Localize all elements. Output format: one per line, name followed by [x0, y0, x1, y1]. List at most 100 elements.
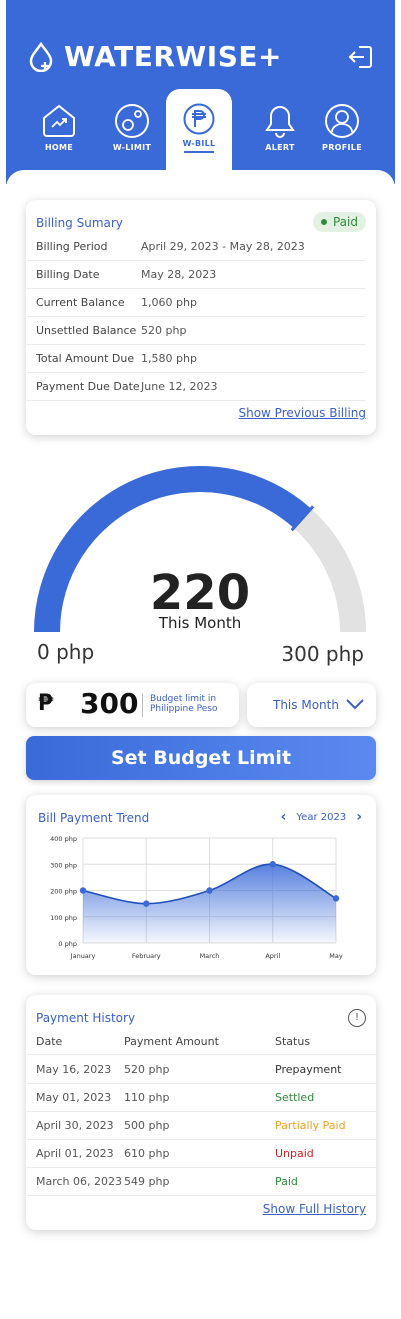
row-date: April 30, 2023: [36, 1119, 114, 1132]
billing-row-value: June 12, 2023: [141, 380, 218, 393]
app-header: WATERWISE+ HOME W-LIMIT W-BILL ALERT PRO…: [6, 0, 395, 184]
x-tick-label: February: [132, 952, 161, 960]
trend-point: [79, 887, 87, 894]
status-dot-icon: [320, 218, 327, 225]
billing-row-label: Billing Date: [36, 268, 100, 281]
table-row: May 16, 2023 520 php Prepayment: [26, 1056, 376, 1084]
status-badge: Paid: [312, 212, 366, 232]
water-drop-logo-icon: [29, 41, 53, 72]
budget-limit-box: ₱ 300 Budget limit in Philippine Peso: [26, 683, 239, 727]
y-tick-label: 0 php: [58, 940, 77, 948]
header-date: Date: [36, 1035, 63, 1048]
show-full-history-link[interactable]: Show Full History: [263, 1202, 366, 1216]
logout-icon[interactable]: [345, 42, 375, 72]
billing-row-value: May 28, 2023: [141, 268, 217, 281]
chevron-down-icon: [346, 699, 364, 710]
billing-row-label: Current Balance: [36, 296, 125, 309]
trend-point: [143, 900, 150, 907]
nav-w-limit-label: W-LIMIT: [112, 143, 152, 152]
row-status: Prepayment: [275, 1063, 342, 1076]
x-tick-label: May: [329, 952, 343, 960]
x-tick-label: March: [200, 952, 220, 960]
row-amount: 110 php: [124, 1091, 170, 1104]
row-date: May 01, 2023: [36, 1091, 112, 1104]
billing-summary-title: Billing Sumary: [36, 216, 123, 230]
brand: WATERWISE+: [28, 40, 282, 73]
nav-home-label: HOME: [44, 143, 74, 152]
budget-gauge: 220 This Month 0 php 300 php: [20, 460, 380, 680]
nav-w-limit[interactable]: W-LIMIT: [99, 92, 165, 172]
table-row: March 06, 2023 549 php Paid: [26, 1168, 376, 1196]
nav-alert[interactable]: ALERT: [247, 92, 313, 172]
user-icon: [325, 104, 359, 138]
home-chart-icon: [43, 104, 75, 137]
table-row: April 01, 2023 610 php Unpaid: [26, 1140, 376, 1168]
payment-history-title: Payment History: [36, 1011, 136, 1025]
peso-sign: ₱: [38, 691, 54, 716]
row-amount: 520 php: [124, 1063, 170, 1076]
billing-row: Billing Date May 28, 2023: [26, 261, 366, 289]
trend-point: [206, 887, 213, 894]
billing-row-label: Unsettled Balance: [36, 324, 137, 337]
row-date: March 06, 2023: [36, 1175, 123, 1188]
billing-row-label: Payment Due Date: [36, 380, 140, 393]
y-tick-label: 400 php: [50, 835, 77, 843]
row-amount: 549 php: [124, 1175, 170, 1188]
row-amount: 500 php: [124, 1119, 170, 1132]
row-date: April 01, 2023: [36, 1147, 114, 1160]
budget-amount: 300: [80, 687, 139, 720]
trend-point: [332, 895, 340, 902]
row-date: May 16, 2023: [36, 1063, 112, 1076]
x-tick-label: January: [70, 952, 96, 960]
x-tick-label: April: [265, 952, 280, 960]
y-tick-label: 300 php: [50, 861, 77, 869]
nav-profile-label: PROFILE: [322, 143, 362, 152]
gauge-caption: This Month: [158, 614, 242, 632]
bottom-nav: HOME W-LIMIT W-BILL ALERT PROFILE: [6, 89, 395, 184]
header-status: Status: [275, 1035, 311, 1048]
period-select[interactable]: This Month: [247, 683, 376, 727]
nav-alert-label: ALERT: [265, 143, 295, 152]
show-previous-billing-link[interactable]: Show Previous Billing: [238, 406, 366, 420]
table-row: April 30, 2023 500 php Partially Paid: [26, 1112, 376, 1140]
row-status: Unpaid: [275, 1147, 314, 1160]
billing-row-label: Total Amount Due: [36, 352, 135, 365]
history-table-header: Date Payment Amount Status: [26, 1029, 376, 1055]
billing-row-value: 1,060 php: [141, 296, 197, 309]
set-budget-limit-button[interactable]: Set Budget Limit: [26, 736, 376, 780]
nav-w-bill-label: W-BILL: [182, 139, 216, 148]
info-icon[interactable]: !: [348, 1009, 366, 1027]
billing-summary-card: Billing Sumary Paid Billing Period April…: [26, 200, 376, 435]
water-limit-icon: [115, 104, 149, 138]
peso-icon: [183, 103, 215, 135]
gauge-min-label: 0 php: [37, 640, 95, 664]
billing-row-value: April 29, 2023 - May 28, 2023: [141, 240, 305, 253]
trend-point: [269, 861, 276, 868]
trend-chart: 0 php 100 php 200 php 300 php 400 php January…: [50, 835, 343, 960]
gauge-max-label: 300 php: [281, 642, 364, 666]
y-tick-label: 200 php: [50, 888, 77, 896]
billing-row-label: Billing Period: [36, 240, 108, 253]
row-amount: 610 php: [124, 1147, 170, 1160]
nav-profile[interactable]: PROFILE: [309, 92, 375, 172]
billing-row: Unsettled Balance 520 php: [26, 317, 366, 345]
budget-divider: [142, 693, 143, 717]
billing-row: Billing Period April 29, 2023 - May 28, …: [26, 233, 366, 261]
billing-row: Payment Due Date June 12, 2023: [26, 373, 366, 401]
bell-icon: [265, 105, 295, 138]
bill-payment-trend-card: Bill Payment Trend ‹ Year 2023 › 0 php 10…: [26, 795, 376, 975]
billing-row: Total Amount Due 1,580 php: [26, 345, 366, 373]
billing-row: Current Balance 1,060 php: [26, 289, 366, 317]
table-row: May 01, 2023 110 php Settled: [26, 1084, 376, 1112]
app-title: WATERWISE+: [64, 40, 282, 73]
gauge-value: 220: [149, 565, 251, 621]
billing-row-value: 520 php: [141, 324, 187, 337]
budget-note: Budget limit in Philippine Peso: [150, 694, 218, 714]
row-status: Paid: [275, 1175, 298, 1188]
row-status: Settled: [275, 1091, 315, 1104]
billing-row-value: 1,580 php: [141, 352, 197, 365]
payment-history-card: Payment History ! Date Payment Amount St…: [26, 995, 376, 1230]
nav-home[interactable]: HOME: [26, 92, 92, 172]
row-status: Partially Paid: [275, 1119, 346, 1132]
y-tick-label: 100 php: [50, 914, 77, 922]
